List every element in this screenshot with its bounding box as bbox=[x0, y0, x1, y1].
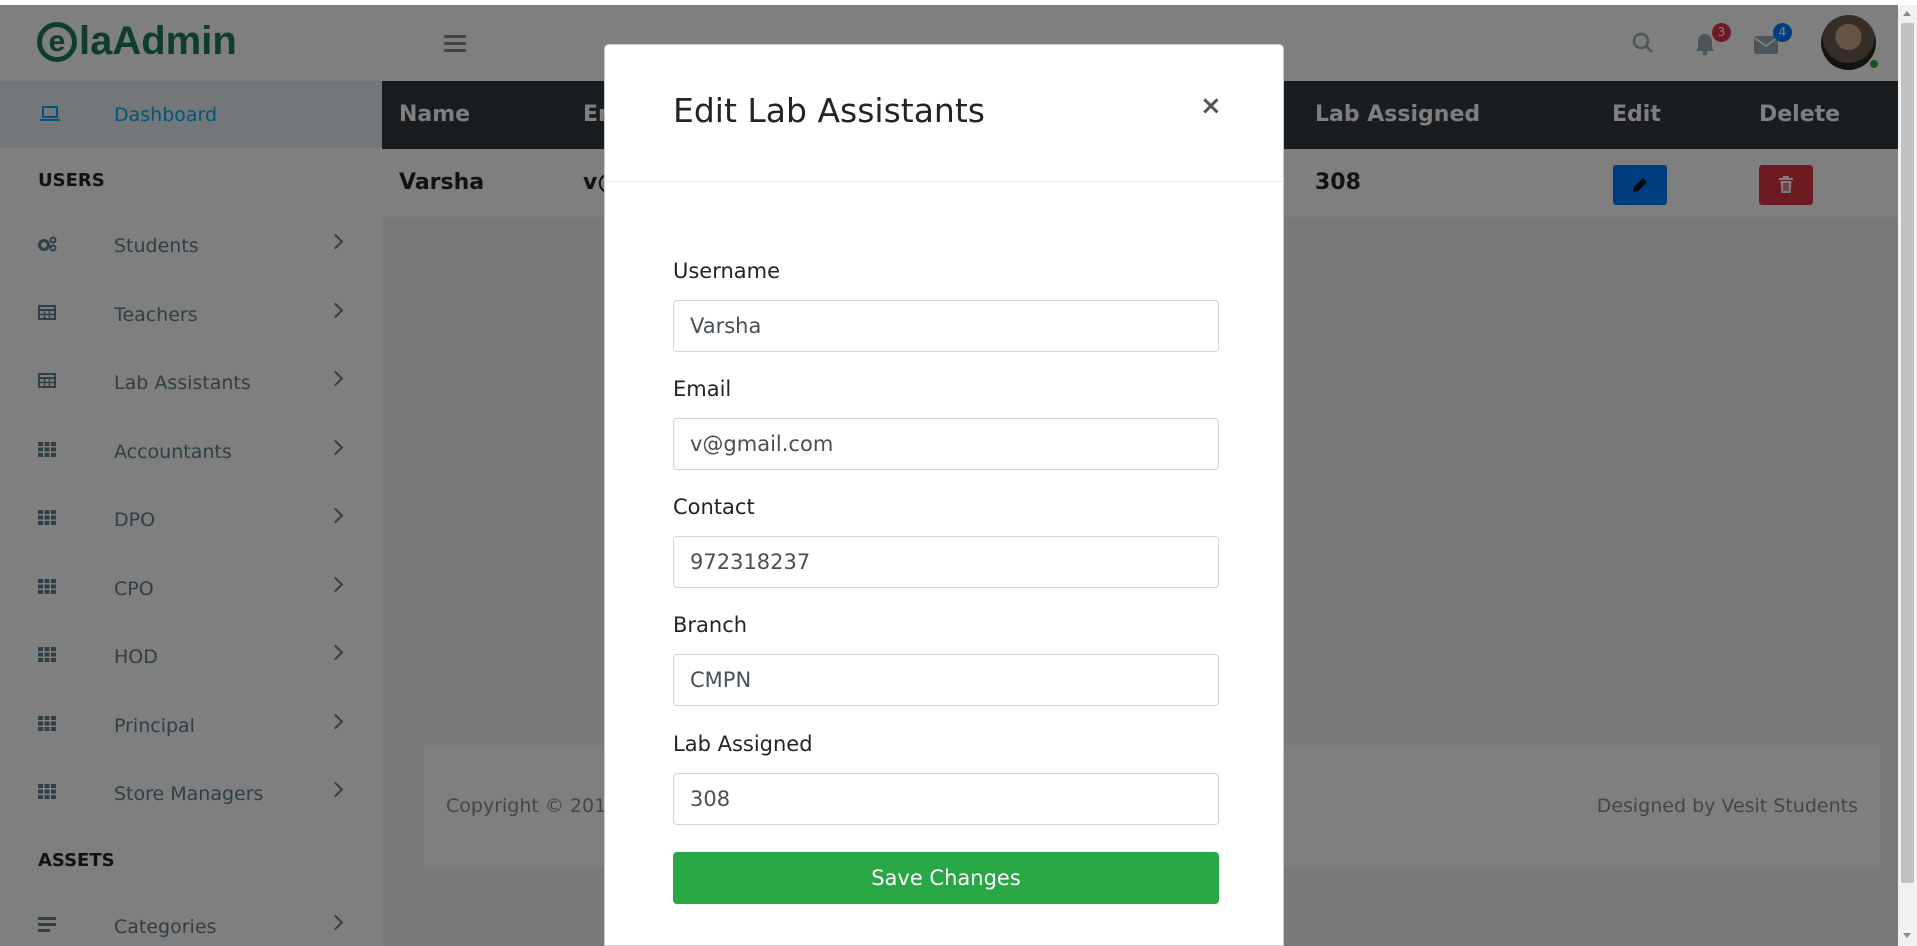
branch-field[interactable] bbox=[673, 654, 1219, 706]
username-label: Username bbox=[673, 259, 781, 283]
modal-title: Edit Lab Assistants bbox=[673, 91, 985, 130]
contact-field[interactable] bbox=[673, 536, 1219, 588]
modal-header: Edit Lab Assistants × bbox=[605, 45, 1283, 182]
contact-label: Contact bbox=[673, 495, 755, 519]
email-field[interactable] bbox=[673, 418, 1219, 470]
email-label: Email bbox=[673, 377, 732, 401]
close-icon[interactable]: × bbox=[1200, 91, 1222, 121]
scroll-up-arrow-icon[interactable] bbox=[1903, 11, 1911, 16]
branch-label: Branch bbox=[673, 613, 748, 637]
username-field[interactable] bbox=[673, 300, 1219, 352]
scroll-down-arrow-icon[interactable] bbox=[1903, 933, 1911, 938]
lab-assigned-field[interactable] bbox=[673, 773, 1219, 825]
scrollbar[interactable] bbox=[1898, 5, 1917, 946]
lab-assigned-label: Lab Assigned bbox=[673, 732, 813, 756]
save-changes-button[interactable]: Save Changes bbox=[673, 852, 1219, 904]
scrollbar-thumb[interactable] bbox=[1901, 23, 1914, 883]
edit-lab-assistant-modal: Edit Lab Assistants × Username Email Con… bbox=[604, 44, 1284, 946]
